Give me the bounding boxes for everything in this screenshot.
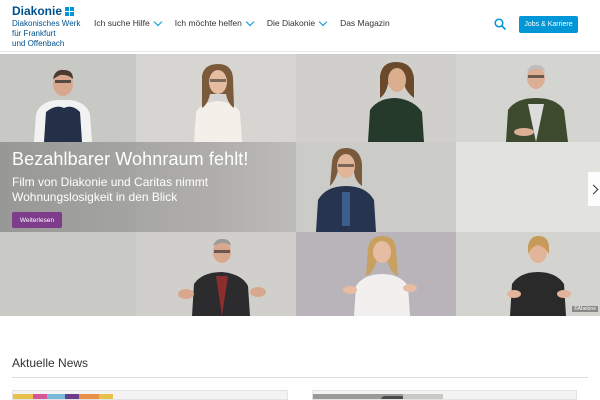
portrait-tile [296,54,456,142]
person-photo [316,148,376,232]
logo-brand-text: Diakonie [12,4,63,18]
carousel-next-button[interactable] [588,172,600,206]
portrait-tile [0,232,136,316]
nav-item-diakonie[interactable]: Die Diakonie [266,17,328,28]
photo-credit: ©Abelone [571,306,598,312]
person-photo [368,62,424,142]
chevron-down-icon [153,17,162,26]
jobs-karriere-button[interactable]: Jobs & Karriere [519,16,578,33]
news-card[interactable] [12,390,288,400]
logo-line-1: Diakonisches Werk [12,19,81,28]
news-card-image [13,394,137,399]
person-photo [506,64,568,142]
hero-carousel: Bezahlbarer Wohnraum fehlt! Film von Dia… [0,54,600,316]
person-photo [507,236,571,316]
person-photo [178,238,266,316]
portrait-tile [456,232,600,316]
divider [12,377,588,378]
diakonie-logo[interactable]: Diakonie Diakonisches Werk für Frankfurt… [12,5,82,49]
nav-item-label: Ich suche Hilfe [94,18,150,28]
diakonie-cross-icon [65,7,75,16]
hero-subtitle: Film von Diakonie und Caritas nimmt Wohn… [12,175,209,204]
chevron-right-icon [588,184,598,194]
portrait-tile [296,232,456,316]
news-heading: Aktuelle News [12,356,89,370]
news-card-image [313,394,443,399]
portrait-tile [456,54,600,142]
portrait-tile [456,142,600,232]
person-photo [194,64,242,142]
news-card[interactable] [312,390,577,400]
person-photo [34,69,92,142]
person-photo [343,236,417,316]
main-nav: Ich suche Hilfe Ich möchte helfen Die Di… [94,17,404,28]
logo-line-2: für Frankfurt [12,29,56,38]
site-header: Diakonie Diakonisches Werk für Frankfurt… [0,0,600,52]
portrait-tile [136,54,296,142]
chevron-down-icon [245,17,255,26]
logo-line-3: und Offenbach [12,39,65,48]
search-icon[interactable] [494,18,506,30]
portrait-tile [296,142,456,232]
nav-item-helfen[interactable]: Ich möchte helfen [174,17,255,28]
chevron-down-icon [318,17,328,26]
hero-title: Bezahlbarer Wohnraum fehlt! [12,149,249,169]
nav-item-hilfe[interactable]: Ich suche Hilfe [94,17,162,28]
nav-item-label: Das Magazin [340,18,390,28]
weiterlesen-button[interactable]: Weiterlesen [12,212,62,228]
portrait-tile [0,54,136,142]
nav-item-label: Die Diakonie [266,18,316,28]
nav-item-label: Ich möchte helfen [174,18,242,28]
logo-brand: Diakonie [12,5,82,18]
portrait-tile [136,232,296,316]
nav-item-magazin[interactable]: Das Magazin [340,18,390,28]
